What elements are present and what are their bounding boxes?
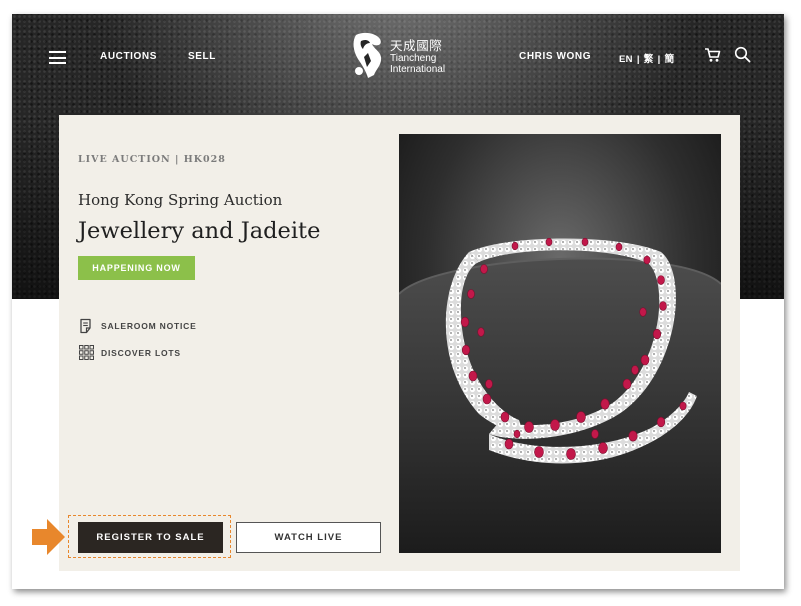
nav-auctions[interactable]: AUCTIONS [100, 51, 157, 62]
lang-en[interactable]: EN [619, 54, 633, 65]
necklace-photo [399, 134, 721, 553]
menu-icon[interactable] [49, 51, 66, 64]
status-badge: HAPPENING NOW [78, 256, 195, 280]
annotation-arrow-icon [32, 519, 65, 555]
lang-traditional[interactable]: 繁 [644, 54, 654, 65]
user-name-link[interactable]: CHRIS WONG [519, 51, 591, 62]
auction-title: Jewellery and Jadeite [78, 218, 321, 244]
discover-lots-label: DISCOVER LOTS [101, 348, 181, 358]
lang-divider: | [657, 54, 661, 65]
document-icon [80, 318, 91, 334]
lang-simplified[interactable]: 簡 [665, 54, 675, 65]
site-header: AUCTIONS SELL 天成國際 Tiancheng Internation… [12, 14, 784, 104]
annotation-highlight-box [68, 515, 231, 558]
browser-frame: AUCTIONS SELL 天成國際 Tiancheng Internation… [12, 14, 784, 589]
logo-mark-icon [353, 32, 382, 78]
logo-english-line2: International [390, 64, 446, 75]
watch-live-button[interactable]: WATCH LIVE [236, 522, 381, 553]
auction-card: LIVE AUCTION | HK028 Hong Kong Spring Au… [59, 115, 740, 571]
logo-english-line1: Tiancheng [390, 53, 437, 64]
search-icon[interactable] [734, 46, 751, 63]
cart-icon[interactable] [704, 47, 721, 63]
saleroom-notice-label: SALEROOM NOTICE [101, 321, 197, 331]
logo-chinese: 天成國際 [390, 38, 443, 53]
site-logo[interactable]: 天成國際 Tiancheng International [350, 31, 462, 83]
nav-sell[interactable]: SELL [188, 51, 216, 62]
lang-divider: | [636, 54, 640, 65]
auction-eyebrow: LIVE AUCTION | HK028 [78, 154, 226, 165]
auction-subtitle: Hong Kong Spring Auction [78, 191, 283, 209]
featured-lot-image[interactable] [399, 134, 721, 553]
language-switcher: EN | 繁 | 簡 [619, 51, 674, 65]
grid-icon [79, 345, 94, 360]
